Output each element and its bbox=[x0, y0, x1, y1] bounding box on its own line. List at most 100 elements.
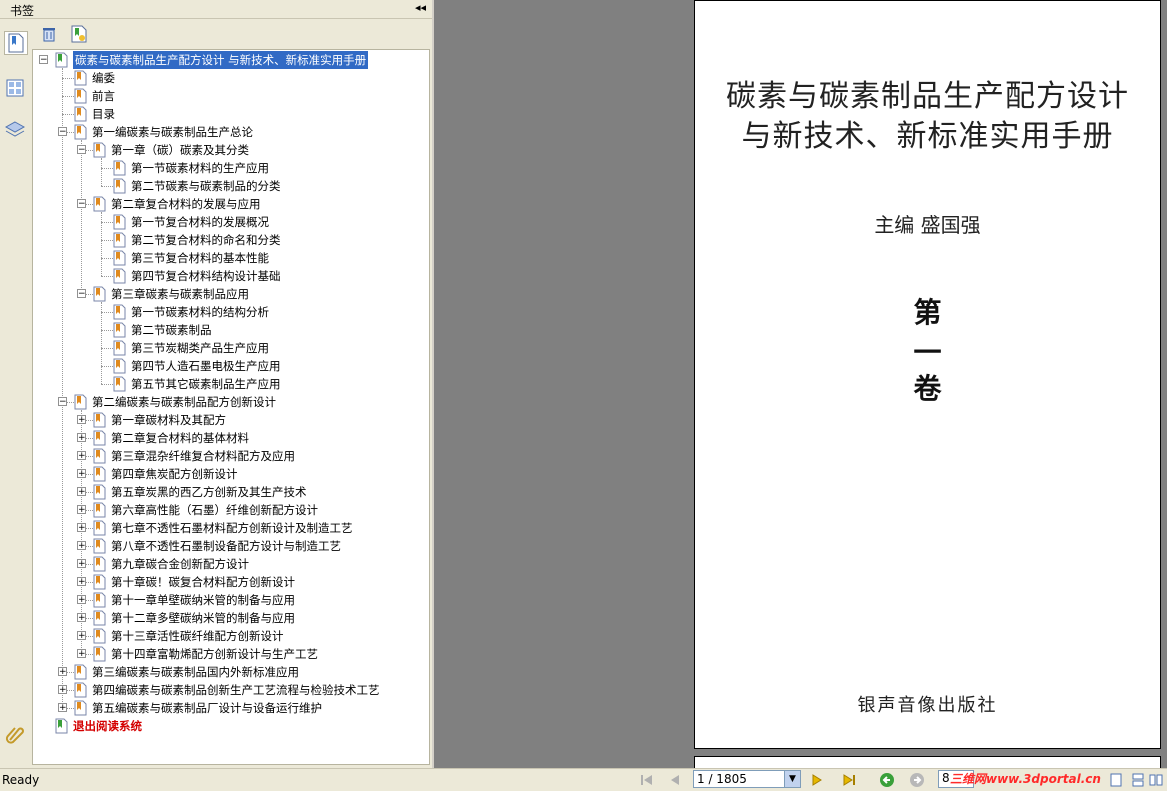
expand-toggle-icon[interactable]: + bbox=[77, 559, 86, 569]
bookmark-icon bbox=[113, 250, 126, 266]
bookmark-label: 第六章高性能（石墨）纤维创新配方设计 bbox=[111, 503, 318, 517]
expand-toggle-icon[interactable]: + bbox=[77, 613, 86, 623]
bookmark-item[interactable]: − 第二章复合材料的发展与应用 bbox=[33, 195, 425, 213]
bookmark-item[interactable]: + 第十二章多壁碳纳米管的制备与应用 bbox=[33, 609, 425, 627]
bookmark-item[interactable]: − 第一编碳素与碳素制品生产总论 bbox=[33, 123, 425, 141]
expand-toggle-icon[interactable]: + bbox=[77, 577, 86, 587]
bookmark-icon bbox=[113, 268, 126, 284]
bookmark-icon bbox=[93, 196, 106, 212]
first-page-button[interactable] bbox=[638, 772, 656, 788]
bookmark-item[interactable]: + 第四章焦炭配方创新设计 bbox=[33, 465, 425, 483]
bookmark-icon bbox=[74, 664, 87, 680]
bookmark-item[interactable]: 第三节炭糊类产品生产应用 bbox=[33, 339, 425, 357]
bookmark-item[interactable]: + 第十一章单壁碳纳米管的制备与应用 bbox=[33, 591, 425, 609]
bookmark-icon bbox=[74, 682, 87, 698]
bookmark-item[interactable]: + 第三章混杂纤维复合材料配方及应用 bbox=[33, 447, 425, 465]
bookmark-label: 编委 bbox=[92, 71, 115, 85]
expand-toggle-icon[interactable]: + bbox=[77, 505, 86, 515]
collapse-toggle-icon[interactable]: − bbox=[58, 127, 67, 137]
previous-page-button[interactable] bbox=[666, 772, 684, 788]
bookmark-item[interactable]: − 第二编碳素与碳素制品配方创新设计 bbox=[33, 393, 425, 411]
bookmark-item[interactable]: − 第三章碳素与碳素制品应用 bbox=[33, 285, 425, 303]
expand-toggle-icon[interactable]: + bbox=[77, 541, 86, 551]
expand-toggle-icon[interactable]: + bbox=[58, 685, 67, 695]
bookmark-item[interactable]: + 第三编碳素与碳素制品国内外新标准应用 bbox=[33, 663, 425, 681]
go-back-button[interactable] bbox=[878, 772, 896, 788]
expand-toggle-icon[interactable]: + bbox=[77, 433, 86, 443]
collapse-toggle-icon[interactable]: − bbox=[58, 397, 67, 407]
bookmark-item[interactable]: + 第八章不透性石墨制设备配方设计与制造工艺 bbox=[33, 537, 425, 555]
expand-toggle-icon[interactable]: + bbox=[77, 631, 86, 641]
bookmark-tree[interactable]: − 碳素与碳素制品生产配方设计 与新技术、新标准实用手册编委前言目录 − 第一编碳素与… bbox=[32, 49, 430, 765]
expand-toggle-icon[interactable]: + bbox=[58, 667, 67, 677]
page-indicator: 1 / 1805 bbox=[697, 772, 747, 786]
bookmark-item[interactable]: + 第六章高性能（石墨）纤维创新配方设计 bbox=[33, 501, 425, 519]
panel-title: 书签 bbox=[10, 4, 35, 18]
bookmark-item[interactable]: 目录 bbox=[33, 105, 425, 123]
document-viewer[interactable]: 碳素与碳素制品生产配方设计 与新技术、新标准实用手册 主编 盛国强 第 一 卷 … bbox=[434, 0, 1167, 768]
bookmark-item[interactable]: 第五节其它碳素制品生产应用 bbox=[33, 375, 425, 393]
thumbnails-tab-button[interactable] bbox=[4, 77, 26, 99]
bookmark-item[interactable]: + 第五章炭黑的西乙方创新及其生产技术 bbox=[33, 483, 425, 501]
expand-toggle-icon[interactable]: + bbox=[58, 703, 67, 713]
facing-pages-icon bbox=[1149, 774, 1163, 786]
bookmark-item[interactable]: + 第十章碳！碳复合材料配方创新设计 bbox=[33, 573, 425, 591]
bookmark-icon bbox=[55, 718, 68, 734]
bookmark-item[interactable]: 第二节碳素制品 bbox=[33, 321, 425, 339]
bookmark-item[interactable]: 第二节碳素与碳素制品的分类 bbox=[33, 177, 425, 195]
bookmark-item[interactable]: + 第一章碳材料及其配方 bbox=[33, 411, 425, 429]
continuous-view-button[interactable] bbox=[1130, 772, 1146, 788]
go-forward-button[interactable] bbox=[908, 772, 926, 788]
new-bookmark-button[interactable] bbox=[70, 25, 88, 43]
bookmark-item[interactable]: + 第二章复合材料的基体材料 bbox=[33, 429, 425, 447]
page-dropdown-icon[interactable]: ▼ bbox=[784, 771, 800, 787]
single-page-view-button[interactable] bbox=[1108, 772, 1124, 788]
expand-toggle-icon[interactable]: + bbox=[77, 415, 86, 425]
expand-toggle-icon[interactable]: + bbox=[77, 523, 86, 533]
bookmark-label: 前言 bbox=[92, 89, 115, 103]
bookmark-item[interactable]: − 第一章（碳）碳素及其分类 bbox=[33, 141, 425, 159]
bookmark-item[interactable]: 第一节碳素材料的结构分析 bbox=[33, 303, 425, 321]
expand-toggle-icon[interactable]: + bbox=[77, 451, 86, 461]
last-page-button[interactable] bbox=[840, 772, 858, 788]
bookmark-item[interactable]: + 第十三章活性碳纤维配方创新设计 bbox=[33, 627, 425, 645]
bookmark-item[interactable]: 第二节复合材料的命名和分类 bbox=[33, 231, 425, 249]
bookmarks-tab-button[interactable] bbox=[4, 31, 28, 55]
bookmark-item[interactable]: + 第五编碳素与碳素制品厂设计与设备运行维护 bbox=[33, 699, 425, 717]
next-page-button[interactable] bbox=[808, 772, 826, 788]
exit-reader-item[interactable]: 退出阅读系统 bbox=[33, 717, 425, 735]
bookmark-item[interactable]: + 第七章不透性石墨材料配方创新设计及制造工艺 bbox=[33, 519, 425, 537]
bookmark-item[interactable]: + 第九章碳合金创新配方设计 bbox=[33, 555, 425, 573]
delete-bookmark-button[interactable] bbox=[40, 25, 58, 43]
bookmark-item[interactable]: 编委 bbox=[33, 69, 425, 87]
bookmark-item[interactable]: 第三节复合材料的基本性能 bbox=[33, 249, 425, 267]
bookmark-item[interactable]: 第四节人造石墨电极生产应用 bbox=[33, 357, 425, 375]
bookmark-label: 第四节人造石墨电极生产应用 bbox=[131, 359, 281, 373]
bookmark-icon bbox=[93, 430, 106, 446]
bookmark-icon bbox=[55, 52, 68, 68]
bookmark-item[interactable]: − 碳素与碳素制品生产配方设计 与新技术、新标准实用手册 bbox=[33, 51, 425, 69]
expand-toggle-icon[interactable]: + bbox=[77, 649, 86, 659]
volume-char-1: 第 bbox=[913, 296, 942, 329]
bookmark-label: 碳素与碳素制品生产配方设计 与新技术、新标准实用手册 bbox=[73, 51, 369, 69]
bookmark-icon bbox=[113, 178, 126, 194]
bookmark-icon bbox=[74, 394, 87, 410]
page-number-field[interactable]: 1 / 1805 ▼ bbox=[693, 770, 801, 788]
expand-toggle-icon[interactable]: + bbox=[77, 469, 86, 479]
layers-tab-button[interactable] bbox=[4, 119, 26, 141]
expand-toggle-icon[interactable]: + bbox=[77, 487, 86, 497]
collapse-toggle-icon[interactable]: − bbox=[77, 145, 86, 155]
bookmark-item[interactable]: 第一节复合材料的发展概况 bbox=[33, 213, 425, 231]
collapse-toggle-icon[interactable]: − bbox=[39, 55, 48, 65]
facing-pages-view-button[interactable] bbox=[1148, 772, 1164, 788]
bookmark-item[interactable]: 前言 bbox=[33, 87, 425, 105]
expand-toggle-icon[interactable]: + bbox=[77, 595, 86, 605]
collapse-toggle-icon[interactable]: − bbox=[77, 199, 86, 209]
bookmark-item[interactable]: 第一节碳素材料的生产应用 bbox=[33, 159, 425, 177]
attachments-tab-button[interactable] bbox=[4, 724, 26, 746]
collapse-panel-button[interactable]: ◂◂ bbox=[415, 1, 426, 14]
collapse-toggle-icon[interactable]: − bbox=[77, 289, 86, 299]
bookmark-item[interactable]: 第四节复合材料结构设计基础 bbox=[33, 267, 425, 285]
bookmark-item[interactable]: + 第四编碳素与碳素制品创新生产工艺流程与检验技术工艺 bbox=[33, 681, 425, 699]
bookmark-item[interactable]: + 第十四章富勒烯配方创新设计与生产工艺 bbox=[33, 645, 425, 663]
